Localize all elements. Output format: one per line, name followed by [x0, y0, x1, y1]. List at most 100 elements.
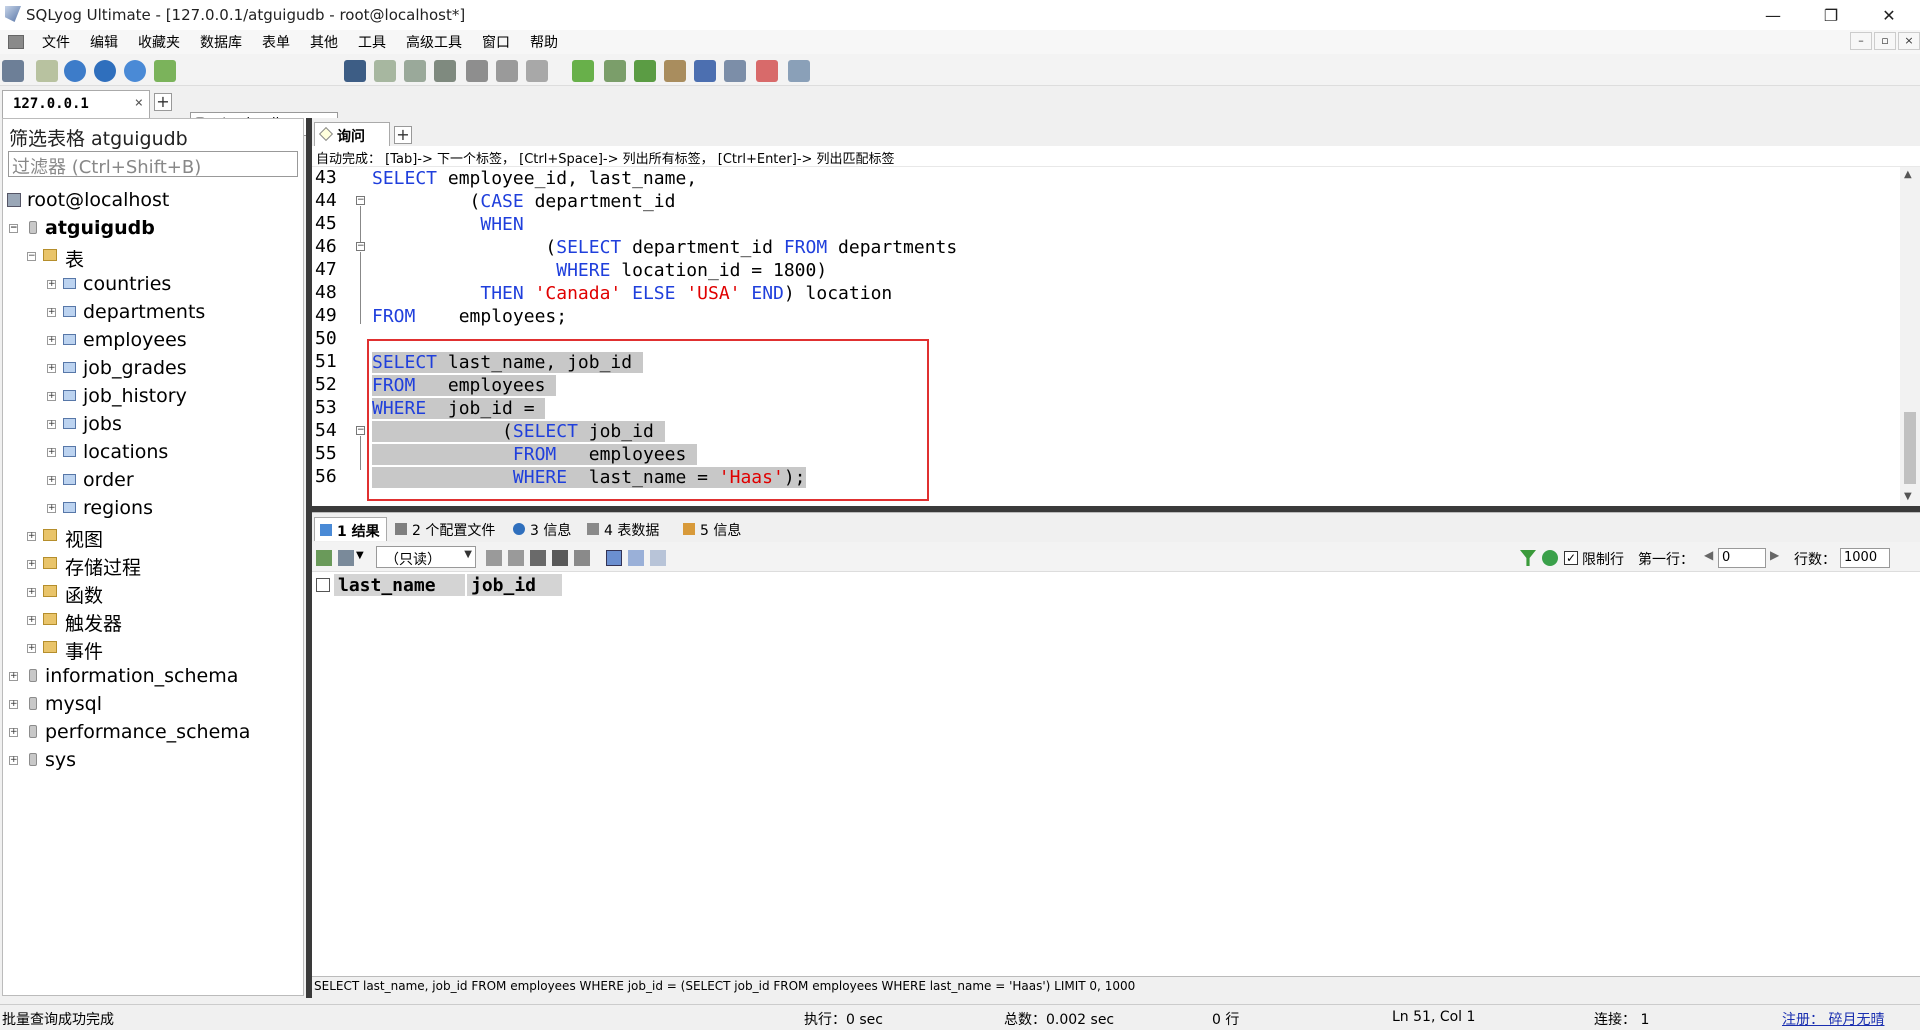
add-connection-tab-button[interactable]: +	[154, 93, 172, 111]
rows-input[interactable]: 1000	[1840, 548, 1890, 568]
scroll-down-icon[interactable]: ▼	[1904, 491, 1912, 502]
menu-edit[interactable]: 编辑	[80, 32, 128, 52]
menu-file[interactable]: 文件	[32, 32, 80, 52]
sql-editor[interactable]: 43 44 45 46 47 48 49 50 51 52 53 54 55 5…	[312, 167, 1920, 506]
fold-marker-icon[interactable]: −	[356, 242, 365, 251]
connect-icon[interactable]	[36, 60, 58, 82]
tab-profile[interactable]: 2 个配置文件	[390, 517, 501, 541]
cancel-icon[interactable]	[574, 550, 590, 566]
refresh-icon[interactable]	[1542, 550, 1558, 566]
column-header-job-id[interactable]: job_id	[467, 574, 563, 596]
system-menu-icon[interactable]	[8, 35, 24, 49]
menu-tools[interactable]: 工具	[348, 32, 396, 52]
expand-icon[interactable]: +	[47, 504, 56, 513]
expand-icon[interactable]: +	[47, 392, 56, 401]
maximize-button[interactable]: ❐	[1802, 0, 1860, 30]
table-data-icon[interactable]	[526, 60, 548, 82]
alter-table-icon[interactable]	[404, 60, 426, 82]
expand-icon[interactable]: +	[9, 672, 18, 681]
create-table-icon[interactable]	[374, 60, 396, 82]
duplicate-row-icon[interactable]	[508, 550, 524, 566]
menu-advanced-tools[interactable]: 高级工具	[396, 32, 472, 52]
menu-window[interactable]: 窗口	[472, 32, 520, 52]
prev-page-icon[interactable]: ◀	[1704, 548, 1713, 562]
stop-icon[interactable]	[154, 60, 176, 82]
limit-checkbox[interactable]: ✓	[1564, 551, 1578, 565]
import-icon[interactable]	[572, 60, 594, 82]
schema-sync-icon[interactable]	[788, 60, 810, 82]
form-view-icon[interactable]	[628, 550, 644, 566]
save-icon[interactable]	[530, 550, 546, 566]
expand-icon[interactable]: +	[47, 280, 56, 289]
next-page-icon[interactable]: ▶	[1770, 548, 1779, 562]
grid-view-icon[interactable]	[606, 550, 622, 566]
sync-icon[interactable]	[634, 60, 656, 82]
expand-icon[interactable]: +	[47, 448, 56, 457]
close-button[interactable]: ✕	[1860, 0, 1918, 30]
tab-result[interactable]: 1 结果	[314, 517, 387, 541]
expand-icon[interactable]: +	[9, 756, 18, 765]
add-query-tab-button[interactable]: +	[394, 126, 412, 144]
query-builder-icon[interactable]	[496, 60, 518, 82]
fold-marker-icon[interactable]: −	[356, 196, 365, 205]
tab-info[interactable]: 5 信息	[678, 517, 747, 541]
copy-icon[interactable]	[338, 550, 354, 566]
register-link[interactable]: 注册： 碎月无晴	[1782, 1009, 1884, 1029]
data-sync-icon[interactable]	[694, 60, 716, 82]
menu-help[interactable]: 帮助	[520, 32, 568, 52]
expand-icon[interactable]: +	[27, 588, 36, 597]
export-icon[interactable]	[316, 550, 332, 566]
expand-icon[interactable]: +	[27, 616, 36, 625]
notification-icon[interactable]	[724, 60, 746, 82]
fold-marker-icon[interactable]: −	[356, 426, 365, 435]
user-manager-icon[interactable]	[344, 60, 366, 82]
schema-designer-icon[interactable]	[466, 60, 488, 82]
result-grid[interactable]: last_name job_id	[312, 572, 1920, 976]
menu-database[interactable]: 数据库	[190, 32, 252, 52]
tab-table-data[interactable]: 4 表数据	[582, 517, 665, 541]
expand-icon[interactable]: +	[47, 420, 56, 429]
tab-messages[interactable]: 3 信息	[508, 517, 577, 541]
scroll-up-icon[interactable]: ▲	[1904, 169, 1912, 180]
refresh-icon[interactable]	[124, 60, 146, 82]
filter-icon[interactable]	[1520, 550, 1536, 566]
expand-icon[interactable]: +	[47, 308, 56, 317]
delete-icon[interactable]	[552, 550, 568, 566]
column-header-last-name[interactable]: last_name	[334, 574, 466, 596]
close-icon[interactable]: ×	[135, 95, 143, 111]
execute-query-icon[interactable]	[64, 60, 86, 82]
readonly-select[interactable]: （只读） ▼	[376, 546, 476, 568]
new-connection-icon[interactable]	[2, 60, 24, 82]
select-all-checkbox[interactable]	[316, 578, 330, 592]
minimize-button[interactable]: —	[1744, 0, 1802, 30]
execute-all-icon[interactable]	[94, 60, 116, 82]
menu-table[interactable]: 表单	[252, 32, 300, 52]
export-icon[interactable]	[604, 60, 626, 82]
scheduler-icon[interactable]	[756, 60, 778, 82]
mdi-restore-button[interactable]: ▫	[1874, 32, 1896, 50]
menu-other[interactable]: 其他	[300, 32, 348, 52]
first-row-input[interactable]: 0	[1718, 548, 1766, 568]
mdi-close-button[interactable]: ×	[1898, 32, 1920, 50]
expand-icon[interactable]: +	[47, 336, 56, 345]
scroll-thumb[interactable]	[1904, 412, 1916, 484]
expand-icon[interactable]: +	[27, 644, 36, 653]
menu-favorites[interactable]: 收藏夹	[128, 32, 190, 52]
expand-icon[interactable]: +	[27, 532, 36, 541]
migration-icon[interactable]	[664, 60, 686, 82]
tab-query[interactable]: 询问	[314, 122, 390, 146]
expand-icon[interactable]: +	[47, 364, 56, 373]
collapse-icon[interactable]: −	[27, 252, 36, 261]
backup-icon[interactable]	[434, 60, 456, 82]
text-view-icon[interactable]	[650, 550, 666, 566]
filter-input[interactable]: 过滤器 (Ctrl+Shift+B)	[8, 151, 298, 178]
expand-icon[interactable]: +	[9, 700, 18, 709]
expand-icon[interactable]: +	[27, 560, 36, 569]
collapse-icon[interactable]: −	[9, 224, 18, 233]
insert-row-icon[interactable]	[486, 550, 502, 566]
connection-tab[interactable]: 127.0.0.1 ×	[2, 90, 150, 118]
editor-scrollbar[interactable]: ▲ ▼	[1900, 167, 1920, 506]
expand-icon[interactable]: +	[9, 728, 18, 737]
chevron-down-icon[interactable]: ▼	[356, 550, 372, 566]
mdi-minimize-button[interactable]: –	[1850, 32, 1872, 50]
